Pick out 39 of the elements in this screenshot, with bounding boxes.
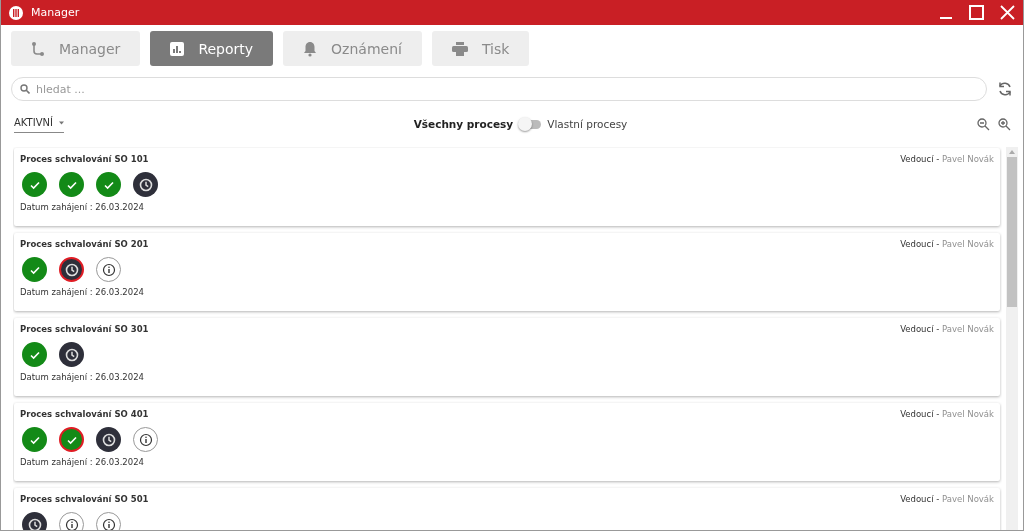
toggle-label: Všechny procesy <box>413 118 514 130</box>
window-title: Manager <box>31 6 81 19</box>
manager-label: Vedoucí - Pavel Novák <box>900 154 994 164</box>
process-card[interactable]: Proces schvalování SO 201 Vedoucí - Pavel Novák Datum zahájení : 26.03.2024 <box>14 233 1000 311</box>
tab[interactable]: Reporty <box>150 31 274 66</box>
manager-label: Vedoucí - Pavel Novák <box>900 324 994 334</box>
app-logo-icon <box>9 5 23 20</box>
refresh-icon[interactable] <box>997 81 1013 97</box>
scrollbar[interactable] <box>1006 147 1018 530</box>
printer-icon <box>451 41 468 56</box>
toggle-label: Vlastní procesy <box>547 118 628 130</box>
status-dropdown[interactable]: AKTIVNÍ <box>14 115 64 133</box>
process-card[interactable]: Proces schvalování SO 501 Vedoucí - Pavel Novák <box>14 488 1000 530</box>
start-date: Datum zahájení : 26.03.2024 <box>20 372 145 382</box>
close-icon[interactable] <box>1000 5 1015 20</box>
search-field[interactable]: hledat ... <box>11 77 987 101</box>
search-icon <box>20 84 30 94</box>
chart-icon <box>170 41 185 56</box>
maximize-icon[interactable] <box>969 5 984 20</box>
bell-icon <box>303 40 318 57</box>
start-date: Datum zahájení : 26.03.2024 <box>20 202 145 212</box>
process-card[interactable]: Proces schvalování SO 301 Vedoucí - Pavel Novák Datum zahájení : 26.03.2024 <box>14 318 1000 396</box>
zoom-in-icon[interactable] <box>998 117 1011 131</box>
zoom-out-icon[interactable] <box>977 117 990 131</box>
scope-switch[interactable] <box>519 119 542 129</box>
process-title: Proces schvalování SO 401 <box>20 409 149 419</box>
process-card[interactable]: Proces schvalování SO 401 Vedoucí - Pavel Novák Datum zahájení : 26.03.2024 <box>14 403 1000 481</box>
branch-icon <box>31 40 45 57</box>
manager-label: Vedoucí - Pavel Novák <box>900 239 994 249</box>
manager-label: Vedoucí - Pavel Novák <box>900 494 994 504</box>
process-card[interactable]: Proces schvalování SO 101 Vedoucí - Pavel Novák Datum zahájení : 26.03.2024 <box>14 148 1000 226</box>
process-title: Proces schvalování SO 201 <box>20 239 149 249</box>
manager-label: Vedoucí - Pavel Novák <box>900 409 994 419</box>
start-date: Datum zahájení : 26.03.2024 <box>20 287 145 297</box>
caret-icon <box>58 120 64 125</box>
start-date: Datum zahájení : 26.03.2024 <box>20 457 145 467</box>
process-title: Proces schvalování SO 101 <box>20 154 149 164</box>
process-title: Proces schvalování SO 501 <box>20 494 149 504</box>
process-title: Proces schvalování SO 301 <box>20 324 149 334</box>
